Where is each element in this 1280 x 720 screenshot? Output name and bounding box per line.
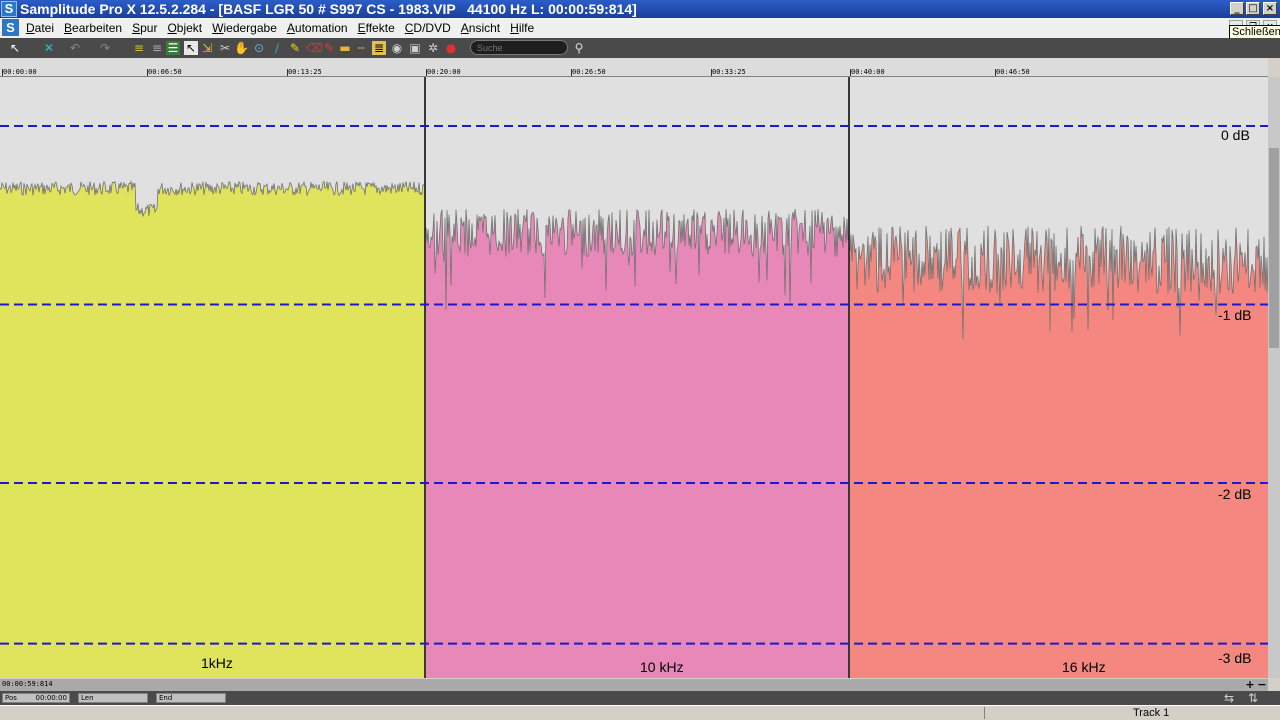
status-separator [984, 707, 985, 719]
title-bar: S Samplitude Pro X 12.5.2.284 - [BASF LG… [0, 0, 1280, 18]
end-label: End [159, 694, 173, 702]
scissors-icon[interactable]: ✂ [218, 41, 232, 55]
pos-label: Pos [5, 694, 17, 702]
ruler-tick-label: 00:13:25 [288, 68, 322, 76]
pos-field[interactable]: Pos 00:00:00 [2, 693, 70, 703]
menu-hilfe[interactable]: Hilfe [506, 18, 540, 38]
marker-icon[interactable]: ✎ [322, 41, 336, 55]
redo-icon[interactable]: ↷ [98, 41, 112, 55]
object-label-16khz: 16 kHz [1062, 659, 1106, 675]
draw-tool-icon[interactable]: ∕ [270, 41, 284, 55]
monitor-icon[interactable]: ▣ [408, 41, 422, 55]
search-icon[interactable]: ⚲ [572, 41, 586, 55]
ruler-tick-label: 00:06:50 [148, 68, 182, 76]
samplitude-app-icon[interactable]: S [1, 1, 17, 17]
menu-bar: S Datei Bearbeiten Spur Objekt Wiedergab… [0, 18, 1280, 38]
horizontal-fit-icon[interactable]: ⇆ [1222, 691, 1236, 705]
menu-wiedergabe[interactable]: Wiedergabe [208, 18, 283, 38]
ruler-tick-mark [995, 69, 996, 76]
db-label-minus-3: -3 dB [1218, 650, 1252, 666]
menu-datei[interactable]: Datei [22, 18, 60, 38]
waveform-object-2[interactable] [850, 225, 1268, 678]
menu-bearbeiten[interactable]: Bearbeiten [60, 18, 128, 38]
db-label-0: 0 dB [1221, 127, 1250, 143]
minimize-icon[interactable]: _ [1230, 2, 1244, 15]
zoom-out-icon[interactable]: − [1256, 678, 1268, 691]
ruler-tick-mark [711, 69, 712, 76]
db-label-minus-2: -2 dB [1218, 486, 1252, 502]
pos-value: 00:00:00 [35, 694, 67, 702]
crossfade-icon[interactable]: ≣ [372, 41, 386, 55]
len-label: Len [81, 694, 94, 702]
scrub-icon[interactable]: ✋ [234, 41, 249, 55]
time-ruler[interactable]: 00:00:00 00:06:50 00:13:25 00:20:00 00:26:50… [0, 58, 1268, 77]
object-label-10khz: 10 kHz [640, 659, 684, 675]
vertical-scroll-thumb[interactable] [1269, 148, 1279, 348]
ruler-tick-label: 00:40:00 [851, 68, 885, 76]
grid-icon[interactable]: ╌ [354, 41, 368, 55]
settings-gear-icon[interactable]: ✲ [426, 41, 440, 55]
ruler-tick-mark [426, 69, 427, 76]
status-bar [0, 705, 1280, 720]
select-tool-icon[interactable]: ↖ [184, 41, 198, 55]
horizontal-scrollbar[interactable] [0, 679, 1268, 691]
menu-ansicht[interactable]: Ansicht [457, 18, 506, 38]
search-input[interactable] [470, 40, 568, 55]
toolbar: ↖ ✕ ↶ ↷ ≡ ≡ ☰ ↖ ⇲ ✂ ✋ ⊙ ∕ ✎ ⌫ ✎ ▬ ╌ ≣ ◉ … [0, 38, 1280, 58]
align-center-icon[interactable]: ≡ [150, 41, 164, 55]
record-icon[interactable]: ● [444, 41, 458, 55]
ruler-tick-mark [287, 69, 288, 76]
menu-objekt[interactable]: Objekt [163, 18, 208, 38]
ruler-tick-mark [850, 69, 851, 76]
loop-icon[interactable]: ◉ [390, 41, 404, 55]
menu-automation[interactable]: Automation [283, 18, 354, 38]
menu-items: Datei Bearbeiten Spur Objekt Wiedergabe … [22, 18, 540, 38]
eraser-icon[interactable]: ⌫ [306, 41, 323, 55]
pointer-tool-icon[interactable]: ↖ [8, 41, 22, 55]
snap-icon[interactable]: ▬ [338, 41, 352, 55]
maximize-icon[interactable]: □ [1246, 2, 1260, 15]
ruler-tick-mark [2, 69, 3, 76]
waveform-view[interactable] [0, 77, 1268, 678]
ruler-tick-mark [147, 69, 148, 76]
list-icon[interactable]: ☰ [166, 41, 180, 55]
zoom-tool-icon[interactable]: ⊙ [252, 41, 266, 55]
status-track-name: Track 1 [1133, 707, 1170, 719]
ruler-tick-label: 00:26:50 [572, 68, 606, 76]
pencil-icon[interactable]: ✎ [288, 41, 302, 55]
align-left-icon[interactable]: ≡ [132, 41, 146, 55]
ruler-tick-label: 00:33:25 [712, 68, 746, 76]
menu-spur[interactable]: Spur [128, 18, 163, 38]
position-bar: Pos 00:00:00 Len End ⇆ ⇅ [0, 691, 1280, 705]
ruler-tick-label: 00:46:50 [996, 68, 1030, 76]
end-field[interactable]: End [156, 693, 226, 703]
cut-tool-icon[interactable]: ✕ [42, 41, 56, 55]
waveform-object-0[interactable] [0, 181, 424, 679]
close-icon[interactable]: × [1263, 2, 1277, 15]
menu-effekte[interactable]: Effekte [354, 18, 401, 38]
window-title: Samplitude Pro X 12.5.2.284 - [BASF LGR … [20, 1, 637, 17]
document-icon[interactable]: S [2, 19, 19, 36]
menu-cd-dvd[interactable]: CD/DVD [401, 18, 457, 38]
scroll-position-readout: 00:00:59:814 [2, 680, 53, 688]
vertical-fit-icon[interactable]: ⇅ [1246, 691, 1260, 705]
range-tool-icon[interactable]: ⇲ [200, 41, 214, 55]
track-area[interactable]: 0 dB -1 dB -2 dB -3 dB 1kHz 10 kHz 16 kH… [0, 77, 1268, 678]
ruler-tick-mark [571, 69, 572, 76]
db-label-minus-1: -1 dB [1218, 307, 1252, 323]
zoom-in-icon[interactable]: + [1244, 678, 1256, 691]
object-label-1khz: 1kHz [201, 655, 233, 671]
undo-icon[interactable]: ↶ [68, 41, 82, 55]
len-field[interactable]: Len [78, 693, 148, 703]
ruler-tick-label: 00:00:00 [3, 68, 37, 76]
ruler-tick-label: 00:20:00 [427, 68, 461, 76]
